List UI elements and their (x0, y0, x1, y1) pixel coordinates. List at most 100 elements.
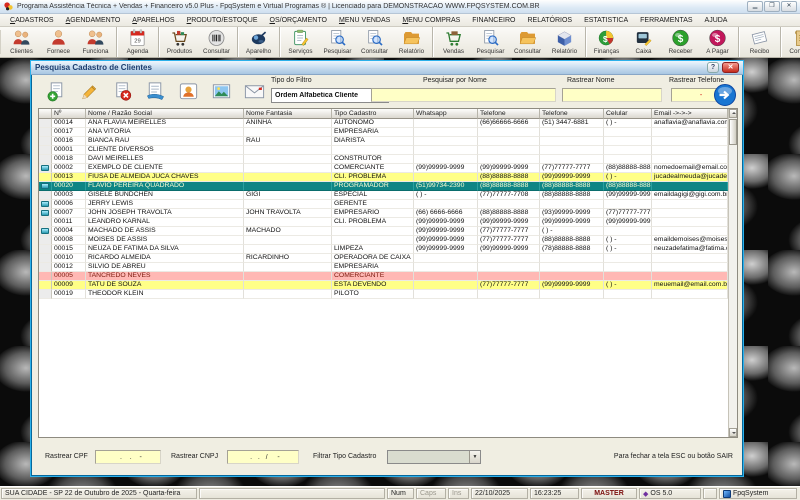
toolbar-pesquisar-vendas-button[interactable]: Pesquisar (472, 27, 509, 57)
table-row[interactable]: 00008 MOISES DE ASSIS (99)99999-9999 (77)77… (39, 236, 728, 245)
table-row[interactable]: 00006 JERRY LEWIS GERENTE (39, 200, 728, 209)
cell-email (652, 263, 728, 272)
column-header-name[interactable]: Nome / Razão Social (86, 109, 244, 119)
toolbar-label: Relatório (551, 48, 578, 55)
table-row[interactable]: 00003 GISELE BUNDCHEN GIGI ESPECIAL( ) - (77… (39, 191, 728, 200)
cell-wa: (51)99734-2390 (414, 182, 478, 191)
column-header-t1[interactable]: Telefone (478, 109, 540, 119)
toolbar-financas-button[interactable]: Finanças (588, 27, 625, 57)
toolbar-servicos-button[interactable]: Serviços (282, 27, 319, 57)
menu-agendamento[interactable]: AGENDAMENTO (60, 17, 127, 24)
menu-menu-compras[interactable]: MENU COMPRAS (396, 17, 466, 24)
menu-relat-rios[interactable]: RELATÓRIOS (521, 17, 578, 24)
photo-client-button[interactable] (208, 78, 234, 105)
row-gutter (39, 119, 52, 128)
toolbar-produtos-button[interactable]: Produtos (161, 27, 198, 57)
cell-n: 00009 (52, 281, 86, 290)
table-row[interactable]: 00015 NEUZA DE FATIMA DA SILVA LIMPEZA (99)… (39, 245, 728, 254)
table-row[interactable]: 00007 JOHN JOSEPH TRAVOLTA JOHN TRAVOLTA EM… (39, 209, 728, 218)
toolbar-caixa-button[interactable]: Caixa (625, 27, 662, 57)
column-header-tipo[interactable]: Tipo Cadastro (332, 109, 414, 119)
toolbar-relatorio-vendas-button[interactable]: Relatório (546, 27, 583, 57)
menu-produto-estoque[interactable]: PRODUTO/ESTOQUE (181, 17, 264, 24)
menu-cadastros[interactable]: CADASTROS (4, 17, 60, 24)
table-row[interactable]: 00009 TATU DE SOUZA ESTA DEVENDO (77)77777-… (39, 281, 728, 290)
table-row[interactable]: 00020 FLAVIO PEREIRA QUADRADO PROGRAMADOR(… (39, 182, 728, 191)
delete-client-button[interactable] (109, 78, 135, 105)
table-row[interactable]: 00017 ANA VITÓRIA EMPRESARIA (39, 128, 728, 137)
close-button[interactable]: ✕ (781, 1, 797, 12)
email-client-button[interactable] (241, 78, 267, 105)
table-row[interactable]: 00012 SILVIO DE ABREU EMPRESARIA (39, 263, 728, 272)
edit-client-button[interactable] (76, 78, 102, 105)
vendas-icon (443, 28, 464, 48)
table-row[interactable]: 00011 LEANDRO KARNAL CLI. PROBLEMA (99)9999… (39, 218, 728, 227)
contact-client-button[interactable] (175, 78, 201, 105)
column-header-cel[interactable]: Celular (604, 109, 652, 119)
cell-fant (244, 272, 332, 281)
print-client-button[interactable] (142, 78, 168, 105)
table-row[interactable]: 00001 CLIENTE DIVERSOS (39, 146, 728, 155)
menu-ajuda[interactable]: AJUDA (699, 17, 734, 24)
table-row[interactable]: 00014 ANA FLAVIA MEIRELLES ANINHA AUTONOMO (… (39, 119, 728, 128)
cell-t1: (66)66666-6666 (478, 119, 540, 128)
track-cpf-input[interactable] (95, 450, 161, 464)
window-close-button[interactable]: ✕ (722, 62, 739, 73)
toolbar-aparelho-button[interactable]: Aparelho (240, 27, 277, 57)
menu-aparelhos[interactable]: APARELHOS (126, 17, 180, 24)
search-name-input[interactable] (371, 88, 556, 102)
cell-t1 (478, 155, 540, 164)
minimize-button[interactable]: ▁ (747, 1, 763, 12)
row-gutter (39, 209, 52, 218)
column-header-email[interactable]: Email ->->-> (652, 109, 728, 119)
table-row[interactable]: 00005 TANCREDO NEVES COMERCIANTE (39, 272, 728, 281)
toolbar-receber-button[interactable]: Receber (662, 27, 699, 57)
toolbar-relatorio-os-button[interactable]: Relatório (393, 27, 430, 57)
cell-fant: MACHADO (244, 227, 332, 236)
scrollbar-thumb[interactable] (729, 119, 737, 145)
table-row[interactable]: 00002 EXEMPLO DE CLIENTE COMERCIANTE (99)99… (39, 164, 728, 173)
table-row[interactable]: 00013 FIUSA DE ALMEIDA JUCA CHAVES CLI. PR… (39, 173, 728, 182)
menu-os-or-amento[interactable]: OS/ORÇAMENTO (264, 17, 333, 24)
column-header-wa[interactable]: Whatsapp (414, 109, 478, 119)
cell-cel (604, 146, 652, 155)
status-insert-mode: Ins (448, 488, 469, 499)
toolbar-fornecedores-button[interactable]: Fornece (40, 27, 77, 57)
track-cnpj-input[interactable] (227, 450, 299, 464)
toolbar-label: A Pagar (706, 48, 729, 55)
toolbar-consultar-vendas-button[interactable]: Consultar (509, 27, 546, 57)
menu-estatistica[interactable]: ESTATISTICA (578, 17, 634, 24)
new-client-button[interactable] (43, 78, 69, 105)
menu-menu-vendas[interactable]: MENU VENDAS (333, 17, 396, 24)
table-row[interactable]: 00018 DAVI MEIRELLES CONSTRUTOR (39, 155, 728, 164)
table-row[interactable]: 00016 BIANCA RAU RAU DIARISTA (39, 137, 728, 146)
toolbar-consultar-os-button[interactable]: Consultar (356, 27, 393, 57)
toolbar-pesquisar-os-button[interactable]: Pesquisar (319, 27, 356, 57)
help-button[interactable]: ? (707, 62, 719, 73)
table-row[interactable]: 00004 MACHADO DE ASSIS MACHADO (99)99999-99… (39, 227, 728, 236)
table-row[interactable]: 00019 THEODOR KLEIN PILOTO (39, 290, 728, 299)
filter-tipo-cadastro-select[interactable]: ▼ (387, 450, 481, 464)
toolbar-contrato-button[interactable]: Contrato (783, 27, 800, 57)
toolbar-a-pagar-button[interactable]: A Pagar (699, 27, 736, 57)
column-header-t2[interactable]: Telefone (540, 109, 604, 119)
toolbar-recibo-button[interactable]: Recibo (741, 27, 778, 57)
chevron-down-icon[interactable]: ▼ (469, 451, 480, 463)
toolbar-clientes-button[interactable]: Clientes (3, 27, 40, 57)
toolbar-funcionarios-button[interactable]: Funciona (77, 27, 114, 57)
window-titlebar[interactable]: Pesquisa Cadastro de Clientes ? ✕ (31, 61, 743, 75)
table-row[interactable]: 00010 RICARDO ALMEIDA RICARDINHO OPERADORA … (39, 254, 728, 263)
column-header-fant[interactable]: Nome Fantasia (244, 109, 332, 119)
scroll-down-button[interactable] (729, 428, 737, 437)
menu-ferramentas[interactable]: FERRAMENTAS (634, 17, 698, 24)
restore-button[interactable]: ❐ (764, 1, 780, 12)
menu-financeiro[interactable]: FINANCEIRO (466, 17, 521, 24)
track-name-input[interactable] (562, 88, 662, 102)
toolbar-vendas-button[interactable]: Vendas (435, 27, 472, 57)
toolbar-agenda-button[interactable]: Agenda (119, 27, 156, 57)
column-header-n[interactable]: Nº (52, 109, 86, 119)
vertical-scrollbar[interactable] (728, 109, 737, 437)
toolbar-consultar-produtos-button[interactable]: Consultar (198, 27, 235, 57)
search-go-button[interactable] (713, 83, 737, 107)
scroll-up-button[interactable] (729, 109, 737, 118)
